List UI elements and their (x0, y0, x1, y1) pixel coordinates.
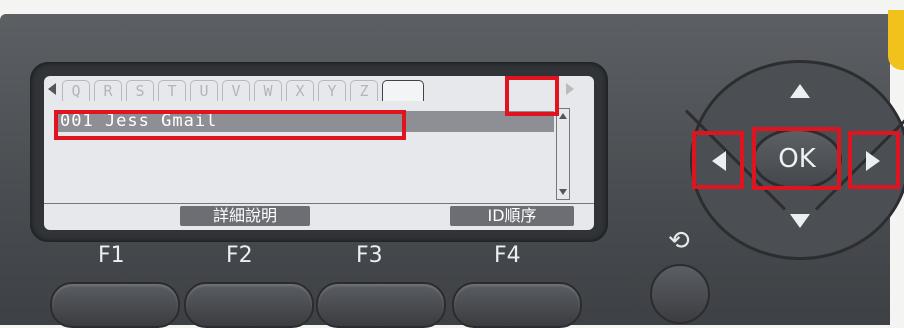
f1-button[interactable] (50, 282, 180, 328)
letter-tabs: Q R S T U V W X Y Z (62, 80, 424, 101)
scroll-down-icon (559, 189, 567, 195)
tab-letter[interactable]: Z (350, 80, 378, 101)
f1-label: F1 (98, 243, 125, 268)
softkey-f2-label: 詳細說明 (180, 206, 310, 226)
highlight-right-arrow (848, 131, 900, 189)
tab-letter[interactable]: X (286, 80, 314, 101)
softkey-divider (44, 203, 594, 204)
tab-letter[interactable]: Q (62, 80, 90, 101)
highlight-list-entry (54, 110, 406, 140)
back-button[interactable] (650, 264, 710, 324)
scroll-up-icon (559, 113, 567, 119)
arrow-up-icon[interactable] (790, 84, 810, 98)
highlight-left-arrow (692, 131, 744, 189)
list-scrollbar[interactable] (556, 108, 570, 200)
arrow-down-icon[interactable] (790, 214, 810, 228)
tab-scroll-left-icon[interactable] (48, 83, 56, 95)
highlight-ok-button (752, 127, 841, 190)
tab-letter[interactable]: W (254, 80, 282, 101)
f3-button[interactable] (316, 282, 446, 328)
f2-button[interactable] (184, 282, 314, 328)
highlight-tab (505, 76, 559, 116)
f3-label: F3 (356, 243, 383, 268)
tab-letter[interactable]: S (126, 80, 154, 101)
f4-button[interactable] (452, 282, 582, 328)
back-icon: ⟲ (668, 226, 690, 256)
f2-label: F2 (226, 243, 253, 268)
tab-letter[interactable]: U (190, 80, 218, 101)
tab-letter[interactable]: V (222, 80, 250, 101)
tab-letter[interactable]: R (94, 80, 122, 101)
tab-letter[interactable]: Y (318, 80, 346, 101)
tab-letter[interactable]: T (158, 80, 186, 101)
tab-selected[interactable] (382, 80, 424, 101)
softkey-f4-label: ID順序 (450, 206, 574, 226)
tab-scroll-right-icon[interactable] (566, 83, 574, 95)
f4-label: F4 (494, 243, 521, 268)
